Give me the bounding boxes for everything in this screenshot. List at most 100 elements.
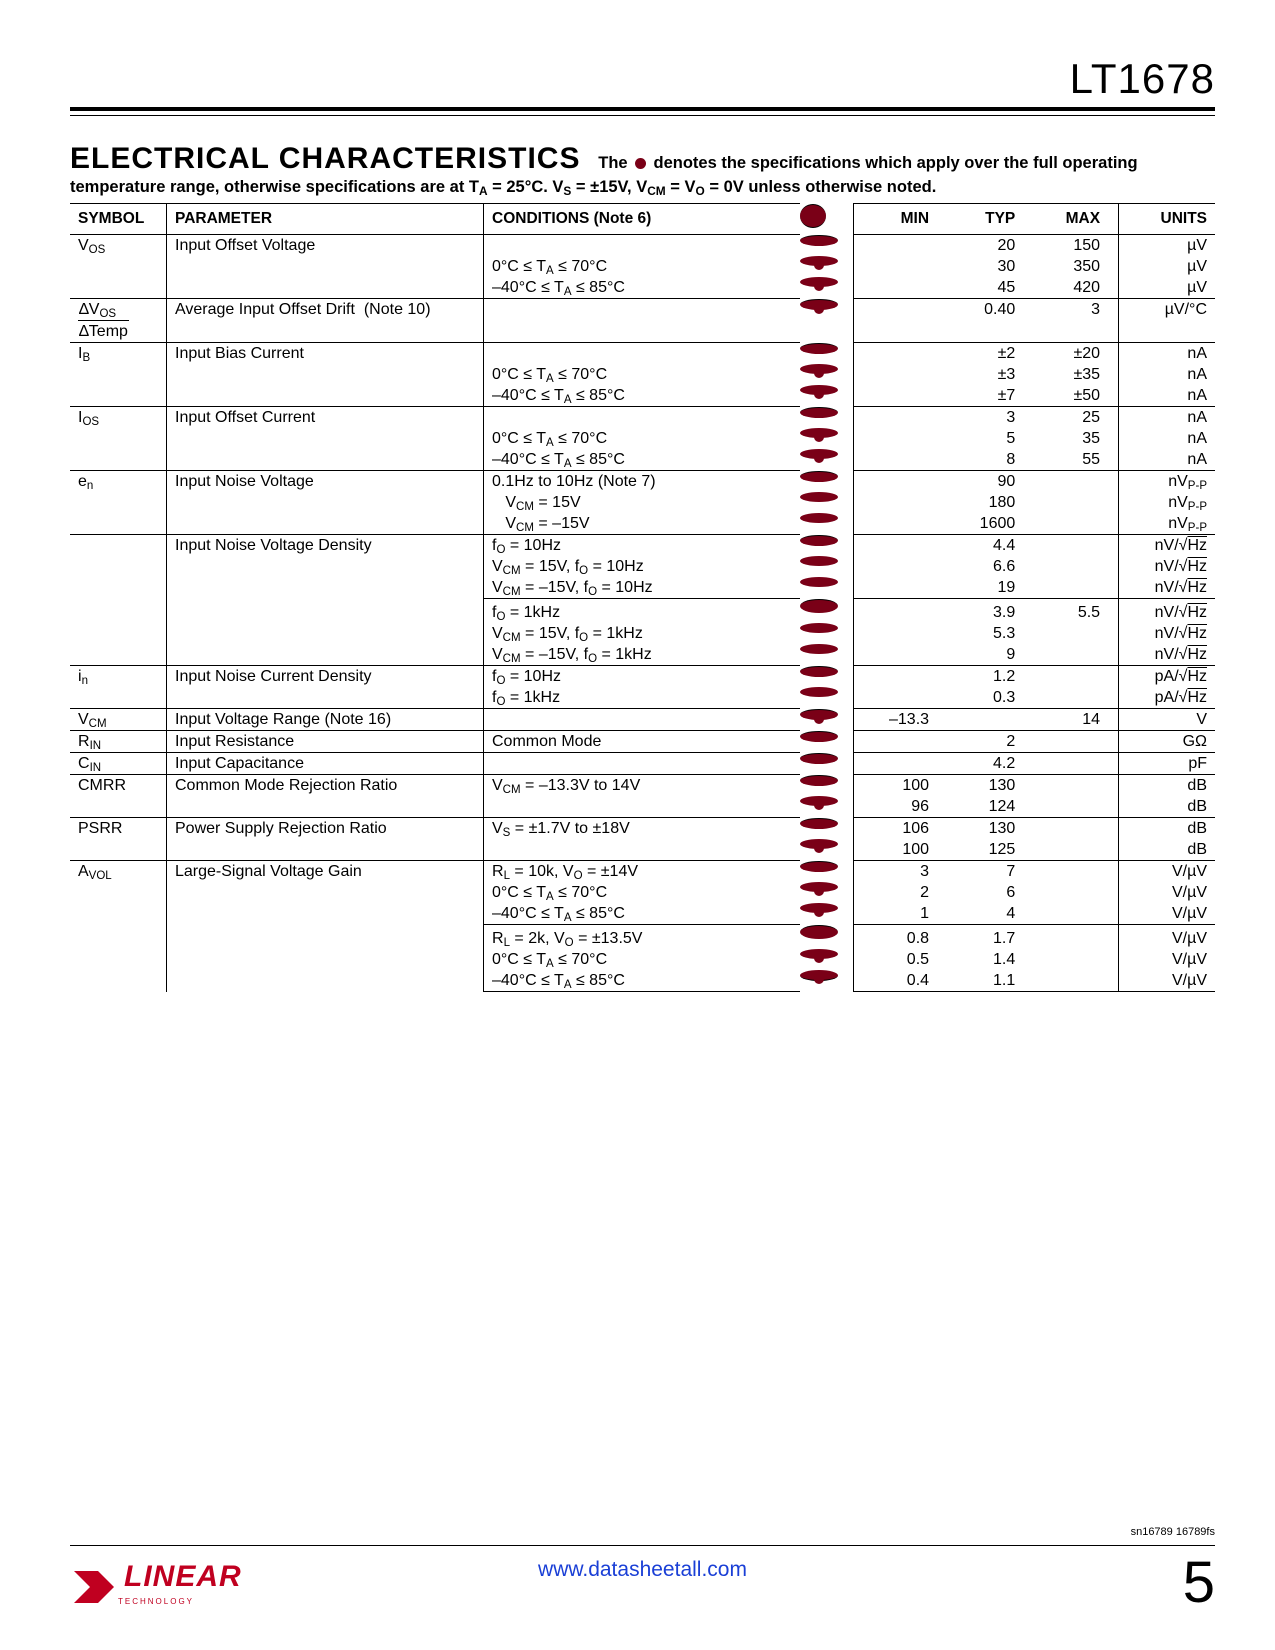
- units-cell: nVP-P: [1119, 492, 1215, 513]
- temp-range-dot: [800, 449, 838, 459]
- conditions-cell: –40°C ≤ TA ≤ 85°C: [484, 277, 801, 299]
- temp-range-dot: [800, 364, 838, 374]
- conditions-cell: VCM = –15V, fO = 1kHz: [484, 644, 801, 666]
- temp-range-dot: [800, 256, 838, 266]
- conditions-cell: –40°C ≤ TA ≤ 85°C: [484, 970, 801, 992]
- units-cell: nV/√Hz: [1119, 644, 1215, 666]
- min-cell: [854, 599, 947, 624]
- typ-cell: 1.2: [947, 666, 1033, 688]
- temp-range-dot: [800, 428, 838, 438]
- col-min: MIN: [854, 204, 947, 235]
- symbol-cell: IB: [70, 343, 167, 407]
- parameter-cell: Input Capacitance: [167, 753, 484, 775]
- conditions-cell: VCM = –15V: [484, 513, 801, 535]
- symbol-cell: VOS: [70, 235, 167, 299]
- table-row: VCMInput Voltage Range (Note 16)–13.314V: [70, 709, 1215, 731]
- conditions-cell: [484, 796, 801, 818]
- parameter-cell: Input Voltage Range (Note 16): [167, 709, 484, 731]
- typ-cell: ±3: [947, 364, 1033, 385]
- max-cell: [1033, 949, 1118, 970]
- conditions-cell: 0°C ≤ TA ≤ 70°C: [484, 256, 801, 277]
- min-cell: 2: [854, 882, 947, 903]
- units-cell: nA: [1119, 343, 1215, 365]
- typ-cell: 6: [947, 882, 1033, 903]
- units-cell: pF: [1119, 753, 1215, 775]
- table-row: CINInput Capacitance4.2pF: [70, 753, 1215, 775]
- min-cell: [854, 277, 947, 299]
- units-cell: nA: [1119, 364, 1215, 385]
- units-cell: µV: [1119, 277, 1215, 299]
- units-cell: dB: [1119, 818, 1215, 840]
- max-cell: 350: [1033, 256, 1118, 277]
- temp-range-dot: [800, 407, 838, 418]
- typ-cell: 0.3: [947, 687, 1033, 709]
- conditions-cell: RL = 2k, VO = ±13.5V: [484, 925, 801, 950]
- temp-range-dot: [800, 818, 838, 829]
- min-cell: [854, 666, 947, 688]
- max-cell: [1033, 687, 1118, 709]
- section-subtitle-a: The: [598, 154, 627, 172]
- temp-range-dot: [800, 623, 838, 633]
- min-cell: 100: [854, 775, 947, 797]
- min-cell: –13.3: [854, 709, 947, 731]
- temp-range-dot: [800, 513, 838, 523]
- source-url: www.datasheetall.com: [70, 1558, 1215, 1582]
- conditions-cell: VCM = –15V, fO = 10Hz: [484, 577, 801, 599]
- max-cell: [1033, 471, 1118, 493]
- conditions-cell: [484, 709, 801, 731]
- conditions-cell: –40°C ≤ TA ≤ 85°C: [484, 385, 801, 407]
- units-cell: µV: [1119, 256, 1215, 277]
- section-title: ELECTRICAL CHARACTERISTICS: [70, 142, 580, 175]
- parameter-cell: Input Offset Current: [167, 407, 484, 471]
- temp-range-dot: [800, 839, 838, 849]
- temp-range-dot: [800, 535, 838, 546]
- col-parameter: PARAMETER: [167, 204, 484, 235]
- min-cell: [854, 731, 947, 753]
- typ-cell: 5.3: [947, 623, 1033, 644]
- table-row: RINInput ResistanceCommon Mode2GΩ: [70, 731, 1215, 753]
- max-cell: ±20: [1033, 343, 1118, 365]
- temp-range-dot: [800, 709, 838, 720]
- units-cell: V/µV: [1119, 861, 1215, 883]
- conditions-cell: –40°C ≤ TA ≤ 85°C: [484, 449, 801, 471]
- conditions-cell: 0°C ≤ TA ≤ 70°C: [484, 949, 801, 970]
- min-cell: 106: [854, 818, 947, 840]
- temp-range-dot: [800, 753, 838, 764]
- max-cell: [1033, 623, 1118, 644]
- typ-cell: 4.4: [947, 535, 1033, 557]
- col-conditions: CONDITIONS (Note 6): [484, 204, 801, 235]
- logo-subtext: TECHNOLOGY: [118, 1597, 194, 1606]
- max-cell: [1033, 903, 1118, 925]
- min-cell: [854, 535, 947, 557]
- parameter-cell: Input Noise Current Density: [167, 666, 484, 709]
- parameter-cell: Input Bias Current: [167, 343, 484, 407]
- max-cell: 150: [1033, 235, 1118, 257]
- min-cell: 0.5: [854, 949, 947, 970]
- col-typ: TYP: [947, 204, 1033, 235]
- min-cell: 3: [854, 861, 947, 883]
- max-cell: [1033, 925, 1118, 950]
- max-cell: [1033, 513, 1118, 535]
- temp-range-dot: [800, 644, 838, 654]
- units-cell: nV/√Hz: [1119, 623, 1215, 644]
- typ-cell: 1600: [947, 513, 1033, 535]
- typ-cell: 20: [947, 235, 1033, 257]
- parameter-cell: Input Noise Voltage Density: [167, 535, 484, 666]
- table-row: ∆VOS∆TempAverage Input Offset Drift (Not…: [70, 299, 1215, 343]
- temp-range-dot: [800, 599, 838, 613]
- units-cell: pA/√Hz: [1119, 687, 1215, 709]
- typ-cell: ±2: [947, 343, 1033, 365]
- typ-cell: 9: [947, 644, 1033, 666]
- units-cell: V/µV: [1119, 882, 1215, 903]
- typ-cell: [947, 709, 1033, 731]
- temp-range-dot: [800, 577, 838, 587]
- symbol-cell: RIN: [70, 731, 167, 753]
- temp-range-dot: [800, 882, 838, 892]
- conditions-cell: VCM = 15V, fO = 1kHz: [484, 623, 801, 644]
- min-cell: [854, 556, 947, 577]
- typ-cell: 180: [947, 492, 1033, 513]
- part-number: LT1678: [70, 55, 1215, 103]
- max-cell: [1033, 731, 1118, 753]
- parameter-cell: Common Mode Rejection Ratio: [167, 775, 484, 818]
- max-cell: 420: [1033, 277, 1118, 299]
